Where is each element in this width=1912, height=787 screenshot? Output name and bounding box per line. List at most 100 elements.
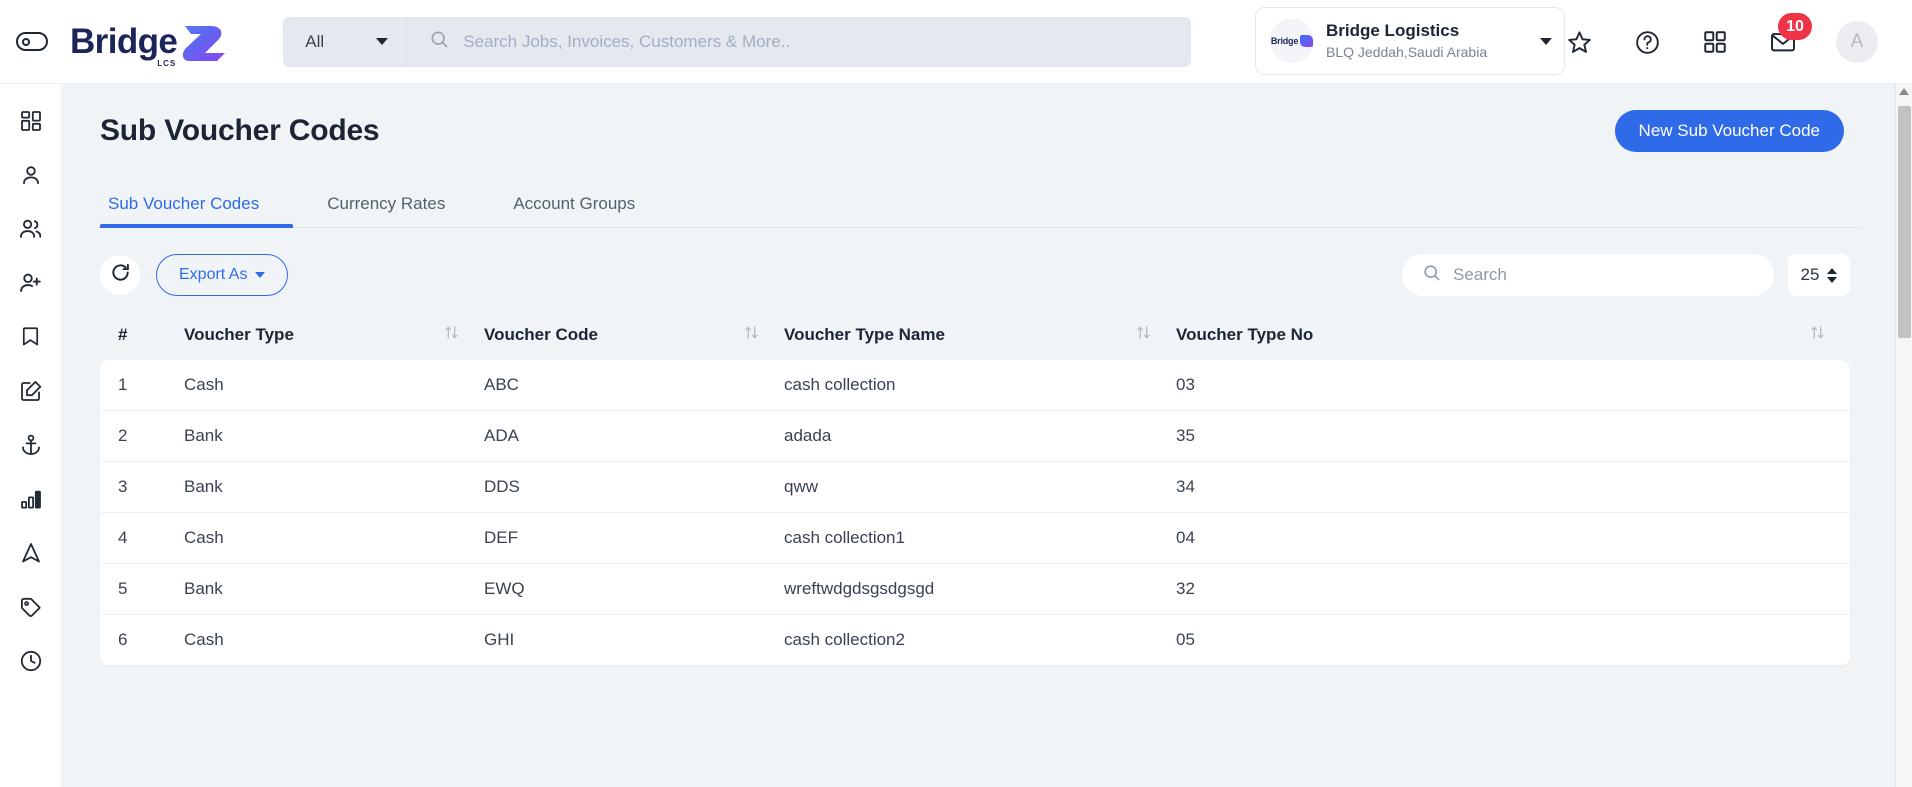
tab-account-groups[interactable]: Account Groups bbox=[479, 194, 669, 227]
tab-bar: Sub Voucher Codes Currency Rates Account… bbox=[100, 182, 1862, 228]
global-search-input[interactable] bbox=[463, 16, 1192, 67]
brand-name: Bridge LCS bbox=[70, 22, 178, 68]
chevron-down-icon[interactable] bbox=[1540, 37, 1552, 45]
tab-label: Sub Voucher Codes bbox=[108, 194, 260, 213]
top-bar-actions: 10 A bbox=[1564, 0, 1878, 84]
export-as-button[interactable]: Export As bbox=[156, 254, 289, 296]
people-icon bbox=[18, 216, 43, 246]
page-header: Sub Voucher Codes New Sub Voucher Code bbox=[62, 84, 1900, 152]
anchor-icon bbox=[19, 433, 43, 462]
cell-voucher-type: Cash bbox=[184, 528, 224, 547]
sidebar-item-tracking[interactable] bbox=[5, 528, 57, 582]
cell-voucher-type-name: cash collection2 bbox=[784, 630, 905, 649]
column-header-label: Voucher Type bbox=[184, 325, 294, 344]
column-header-label: Voucher Type No bbox=[1176, 325, 1314, 344]
search-icon bbox=[429, 29, 449, 54]
data-table: # Voucher Type Voucher Code Voucher Type… bbox=[100, 318, 1850, 666]
organization-name: Bridge Logistics bbox=[1326, 21, 1460, 41]
mail-icon[interactable]: 10 bbox=[1768, 13, 1812, 57]
organization-avatar-text: Bridge bbox=[1270, 36, 1299, 46]
table-row[interactable]: 4 Cash DEF cash collection1 04 bbox=[100, 513, 1850, 564]
refresh-button[interactable] bbox=[100, 255, 140, 295]
mail-unread-badge: 10 bbox=[1778, 13, 1812, 40]
toolbar-left-group: Export As bbox=[100, 254, 289, 296]
cell-voucher-type: Cash bbox=[184, 375, 224, 394]
column-header-voucher-type-no[interactable]: Voucher Type No bbox=[1176, 324, 1850, 346]
sort-icon[interactable] bbox=[743, 324, 760, 346]
column-header-label: Voucher Type Name bbox=[784, 325, 945, 344]
tab-currency-rates[interactable]: Currency Rates bbox=[293, 194, 479, 227]
sidebar-item-shipping[interactable] bbox=[5, 420, 57, 474]
app-root: Bridge LCS All Search Jobs, Invoices, Cu… bbox=[0, 0, 1912, 787]
chevron-down-icon bbox=[376, 38, 389, 45]
search-scope-dropdown[interactable]: All bbox=[283, 16, 408, 67]
table-row[interactable]: 6 Cash GHI cash collection2 05 bbox=[100, 615, 1850, 666]
sidebar-item-bookmarks[interactable] bbox=[5, 312, 57, 366]
tab-sub-voucher-codes[interactable]: Sub Voucher Codes bbox=[100, 194, 294, 228]
cell-voucher-type-no: 35 bbox=[1176, 426, 1195, 445]
stepper-icon bbox=[1827, 267, 1838, 283]
cell-voucher-type-no: 34 bbox=[1176, 477, 1195, 496]
cell-voucher-code: ADA bbox=[484, 426, 519, 445]
sort-icon[interactable] bbox=[443, 324, 460, 346]
brand-logo[interactable]: Bridge LCS bbox=[70, 20, 229, 68]
global-search-group: All bbox=[283, 16, 1192, 67]
user-avatar-initial: A bbox=[1850, 31, 1864, 52]
star-icon[interactable] bbox=[1564, 27, 1594, 57]
sidebar-item-jobs[interactable] bbox=[5, 366, 57, 420]
person-add-icon bbox=[18, 270, 43, 300]
cell-voucher-type-no: 32 bbox=[1176, 579, 1195, 598]
page-scrollbar[interactable] bbox=[1895, 84, 1912, 787]
new-sub-voucher-code-button[interactable]: New Sub Voucher Code bbox=[1614, 110, 1844, 152]
table-search-field[interactable] bbox=[1402, 254, 1774, 296]
table-toolbar: Export As 25 bbox=[100, 254, 1850, 296]
cell-voucher-type-name: cash collection1 bbox=[784, 528, 905, 547]
toggle-knob bbox=[22, 37, 30, 46]
sort-icon[interactable] bbox=[1809, 324, 1826, 346]
cell-index: 3 bbox=[118, 477, 128, 496]
column-header-label: # bbox=[118, 325, 128, 344]
cell-voucher-type: Bank bbox=[184, 477, 223, 496]
sidebar-toggle-button[interactable] bbox=[10, 20, 54, 64]
sidebar-item-add-contact[interactable] bbox=[5, 258, 57, 312]
scrollbar-thumb[interactable] bbox=[1898, 106, 1911, 338]
column-header-voucher-type[interactable]: Voucher Type bbox=[184, 324, 484, 346]
sidebar-item-reports[interactable] bbox=[5, 474, 57, 528]
brand-mark-icon bbox=[181, 20, 229, 64]
table-row[interactable]: 5 Bank EWQ wreftwdgdsgsdgsgd 32 bbox=[100, 564, 1850, 615]
table-body: 1 Cash ABC cash collection 03 2 Bank ADA… bbox=[100, 360, 1850, 666]
organization-selector[interactable]: Bridge Bridge Logistics BLQ Jeddah,Saudi… bbox=[1255, 7, 1565, 75]
table-row[interactable]: 1 Cash ABC cash collection 03 bbox=[100, 360, 1850, 411]
sidebar-item-history[interactable] bbox=[5, 636, 57, 690]
cell-index: 5 bbox=[118, 579, 128, 598]
page-size-selector[interactable]: 25 bbox=[1788, 254, 1850, 296]
stepper-up-icon bbox=[1827, 267, 1838, 274]
cell-voucher-type-no: 03 bbox=[1176, 375, 1195, 394]
column-header-voucher-code[interactable]: Voucher Code bbox=[484, 324, 784, 346]
brand-name-text: Bridge bbox=[70, 22, 178, 61]
table-row[interactable]: 2 Bank ADA adada 35 bbox=[100, 411, 1850, 462]
sidebar-item-dashboard[interactable] bbox=[5, 96, 57, 150]
scrollbar-up-arrow-icon[interactable] bbox=[1899, 88, 1909, 95]
toolbar-right-group: 25 bbox=[1402, 254, 1850, 296]
main-content: Sub Voucher Codes New Sub Voucher Code S… bbox=[62, 84, 1900, 787]
help-icon[interactable] bbox=[1632, 27, 1662, 57]
bar-chart-icon bbox=[19, 487, 43, 516]
sort-icon[interactable] bbox=[1135, 324, 1152, 346]
person-icon bbox=[19, 163, 43, 192]
table-row[interactable]: 3 Bank DDS qww 34 bbox=[100, 462, 1850, 513]
table-search-input[interactable] bbox=[1453, 265, 1754, 285]
sidebar-item-profile[interactable] bbox=[5, 150, 57, 204]
refresh-icon bbox=[110, 262, 131, 288]
cell-voucher-code: DEF bbox=[484, 528, 518, 547]
apps-grid-icon[interactable] bbox=[1700, 27, 1730, 57]
user-avatar[interactable]: A bbox=[1836, 21, 1878, 63]
column-header-voucher-type-name[interactable]: Voucher Type Name bbox=[784, 324, 1176, 346]
sidebar-item-rates[interactable] bbox=[5, 582, 57, 636]
sidebar-item-customers[interactable] bbox=[5, 204, 57, 258]
cell-voucher-type: Cash bbox=[184, 630, 224, 649]
brand-subtext: LCS bbox=[157, 59, 177, 68]
search-icon bbox=[1422, 263, 1441, 287]
cell-index: 1 bbox=[118, 375, 128, 394]
cell-index: 2 bbox=[118, 426, 128, 445]
